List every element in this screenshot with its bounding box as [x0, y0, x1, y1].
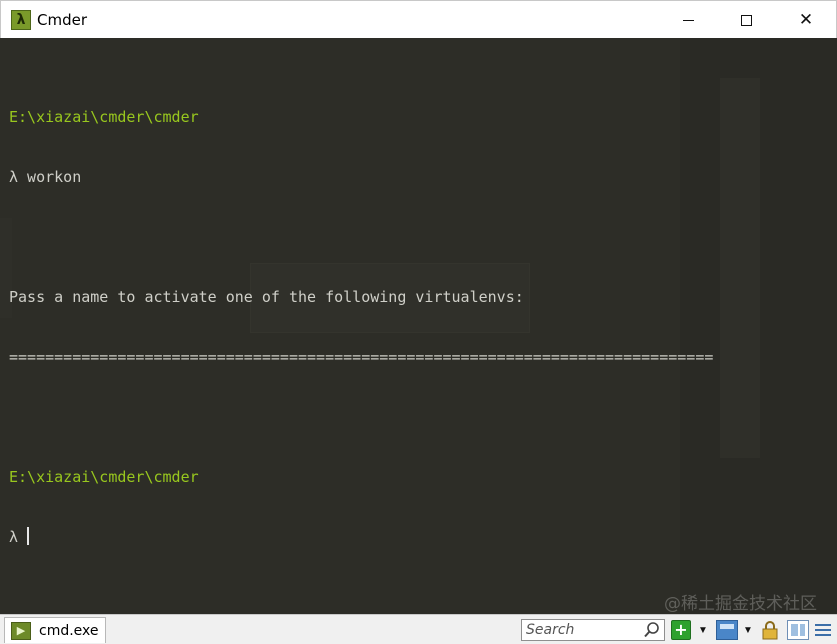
console-separator-line: ========================================… [9, 348, 714, 366]
console-area[interactable]: E:\xiazai\cmder\cmder λ workon Pass a na… [0, 38, 837, 614]
watermark: @稀土掘金技术社区 [664, 594, 817, 614]
text-cursor [27, 527, 30, 545]
console-prompt-line[interactable]: λ [9, 527, 713, 547]
search-box[interactable] [521, 619, 665, 641]
tab-label: cmd.exe [39, 622, 99, 639]
window-title: Cmder [37, 11, 88, 29]
minimize-icon [682, 19, 694, 21]
cmder-lambda-icon[interactable]: λ [11, 10, 31, 30]
console-path-line: E:\xiazai\cmder\cmder [9, 468, 199, 486]
new-console-button[interactable]: + [671, 620, 691, 640]
split-panes-icon[interactable] [787, 620, 809, 640]
dropdown-icon[interactable]: ▼ [741, 620, 755, 640]
console-command-line: λ workon [9, 168, 82, 186]
title-bar[interactable]: λ Cmder ✕ [0, 0, 837, 38]
search-icon[interactable] [643, 621, 661, 639]
close-icon: ✕ [798, 9, 814, 30]
menu-icon[interactable] [813, 620, 833, 640]
dropdown-icon[interactable]: ▼ [696, 620, 710, 640]
lock-icon[interactable] [760, 620, 780, 640]
status-bar: ▶ cmd.exe + ▼ ▼ [0, 614, 837, 644]
maximize-button[interactable] [717, 1, 775, 39]
console-path-line: E:\xiazai\cmder\cmder [9, 108, 199, 126]
search-input[interactable] [522, 620, 640, 640]
console-message-line: Pass a name to activate one of the follo… [9, 288, 524, 306]
close-button[interactable]: ✕ [777, 1, 835, 39]
prompt-symbol: λ [9, 528, 28, 546]
console-tab-icon: ▶ [11, 621, 31, 640]
maximize-icon [740, 14, 752, 26]
console-output: E:\xiazai\cmder\cmder λ workon Pass a na… [9, 67, 713, 587]
minimize-button[interactable] [659, 1, 717, 39]
window-icon[interactable] [716, 620, 738, 640]
background-ghost [720, 78, 760, 458]
tab-cmd-exe[interactable]: ▶ cmd.exe [4, 617, 106, 643]
